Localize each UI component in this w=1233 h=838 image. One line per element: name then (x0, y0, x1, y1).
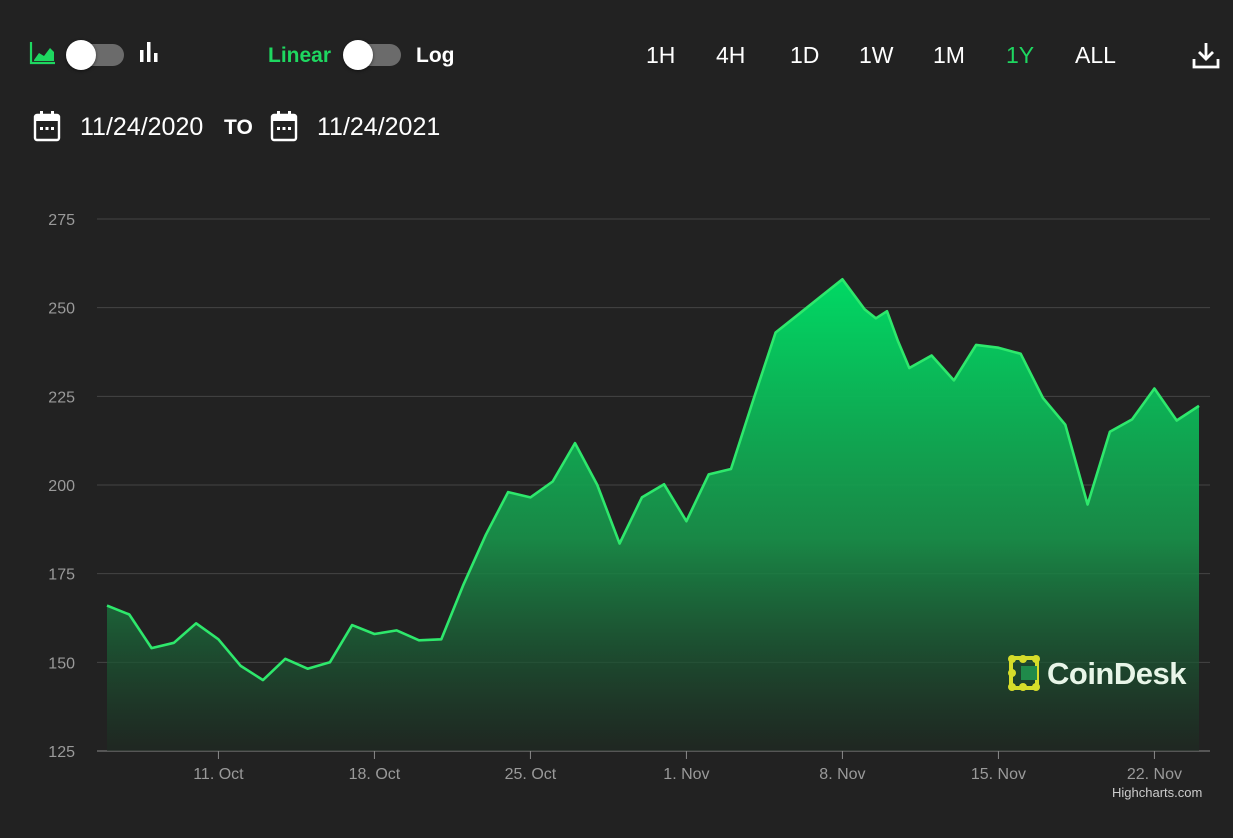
y-tick-label: 125 (48, 744, 75, 761)
x-tick-label: 22. Nov (1127, 766, 1182, 783)
x-tick-label: 15. Nov (971, 766, 1026, 783)
coindesk-watermark-text: CoinDesk (1047, 656, 1186, 691)
price-chart[interactable]: 125 150 175 200 225 250 275 11. Oct 18. Oct 25. … (0, 0, 1233, 838)
y-tick-label: 225 (48, 389, 75, 406)
y-tick-label: 175 (48, 567, 75, 584)
x-axis: 11. Oct 18. Oct 25. Oct 1. Nov 8. Nov 15. Nov… (193, 751, 1182, 783)
x-tick-label: 18. Oct (349, 766, 401, 783)
coindesk-logo-icon (1007, 654, 1043, 694)
x-tick-label: 25. Oct (505, 766, 557, 783)
highcharts-credits[interactable]: Highcharts.com (1112, 785, 1202, 800)
coindesk-watermark: CoinDesk (1007, 654, 1197, 694)
y-tick-label: 275 (48, 212, 75, 229)
y-tick-label: 150 (48, 655, 75, 672)
y-tick-label: 250 (48, 301, 75, 318)
x-tick-label: 1. Nov (663, 766, 709, 783)
y-axis: 125 150 175 200 225 250 275 (48, 212, 75, 761)
x-tick-label: 8. Nov (819, 766, 865, 783)
x-tick-label: 11. Oct (193, 766, 244, 783)
y-tick-label: 200 (48, 478, 75, 495)
